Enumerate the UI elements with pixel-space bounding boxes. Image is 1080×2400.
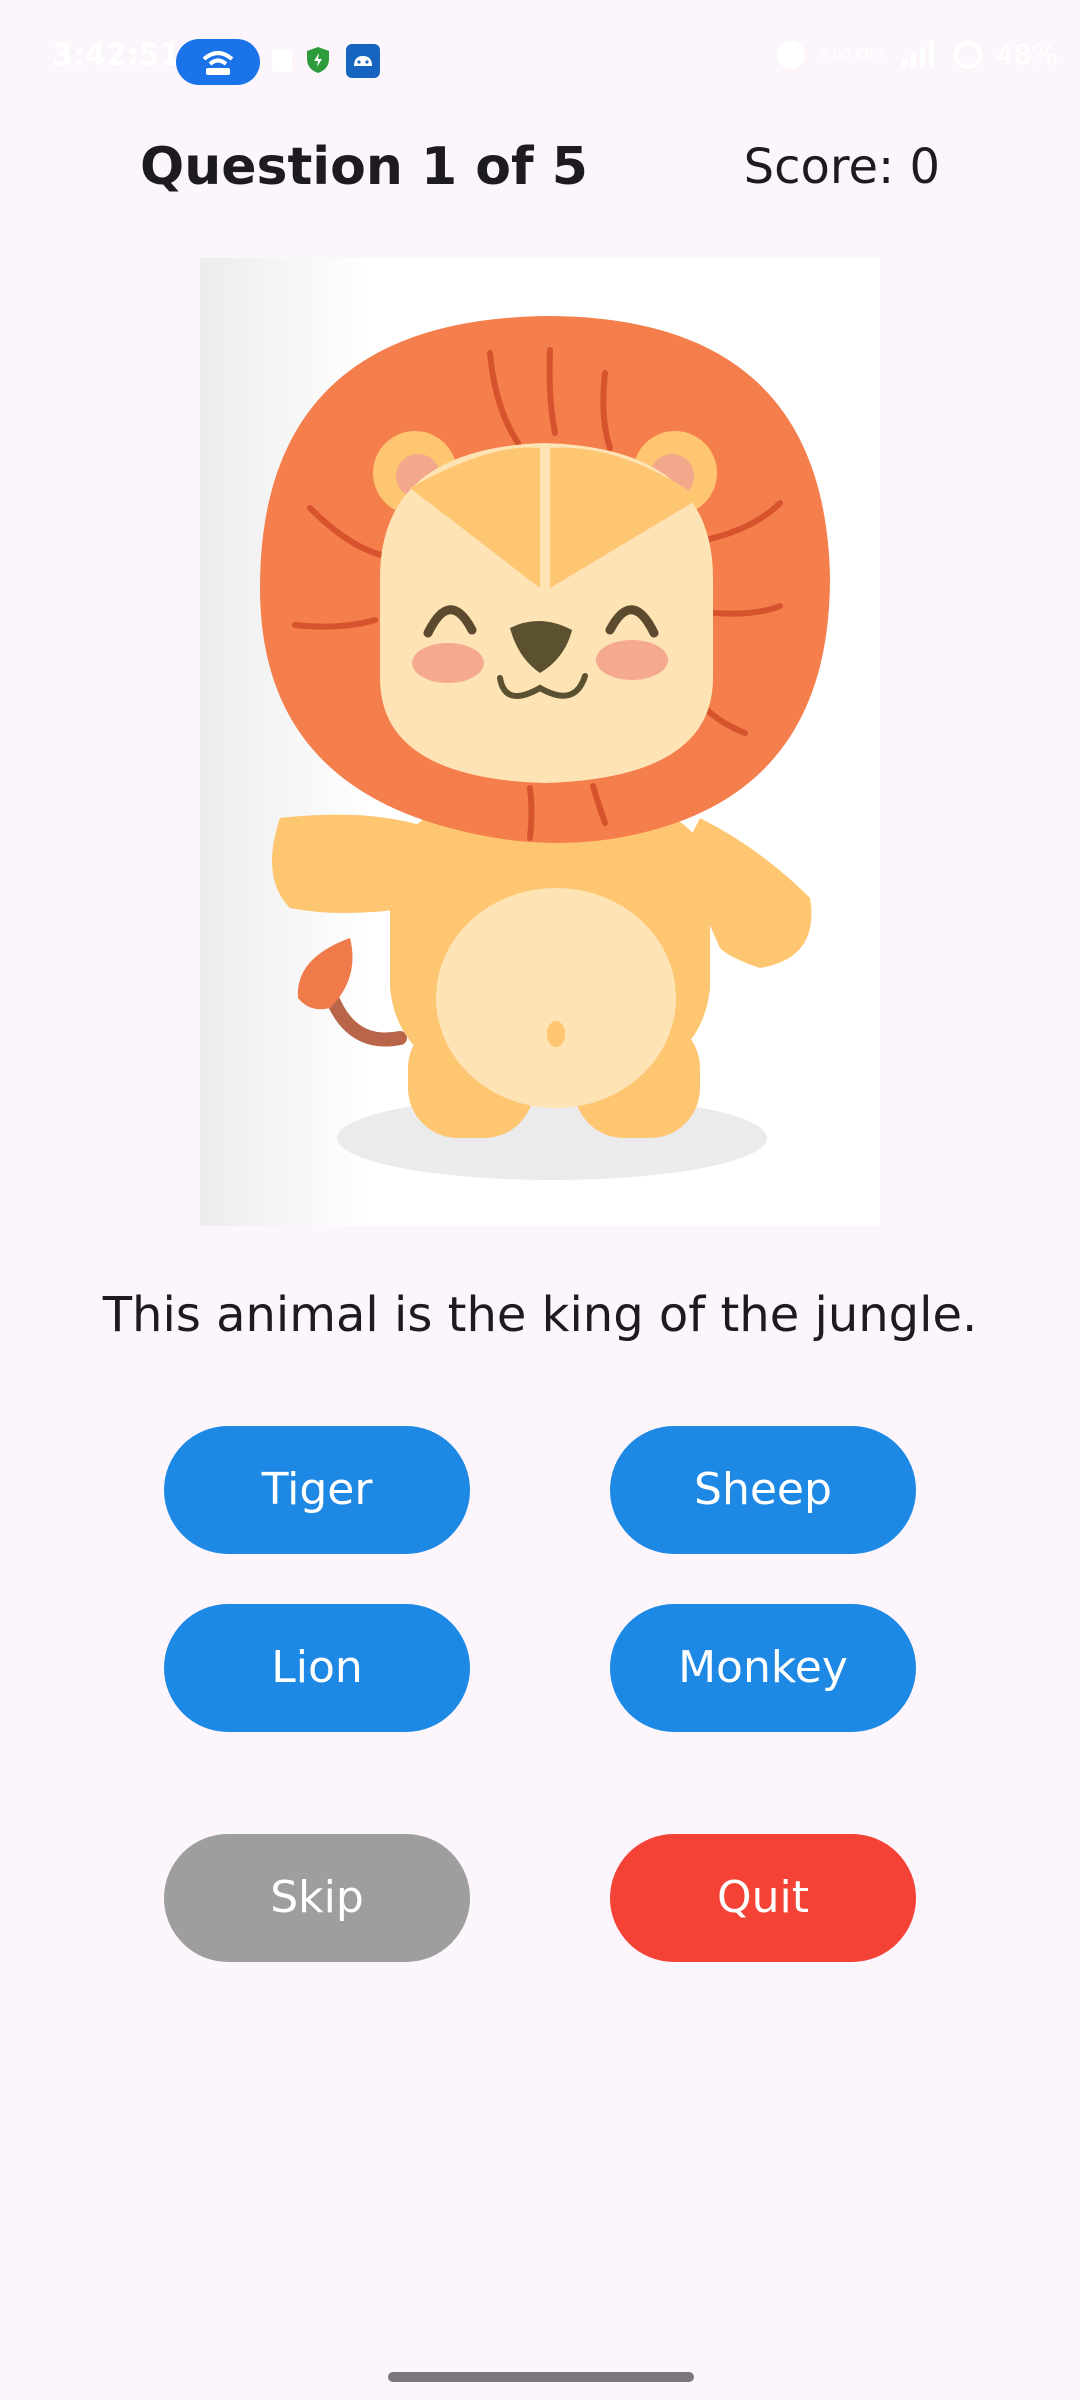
home-indicator[interactable] <box>388 2372 694 2382</box>
network-speed: 0.00 KB/s <box>819 46 886 63</box>
question-text: This animal is the king of the jungle. <box>102 1287 978 1343</box>
answer-button-tiger[interactable]: Tiger <box>164 1426 470 1554</box>
answer-button-lion[interactable]: Lion <box>164 1604 470 1732</box>
answer-button-sheep[interactable]: Sheep <box>610 1426 916 1554</box>
answer-button-monkey[interactable]: Monkey <box>610 1604 916 1732</box>
status-right: 0.00 KB/s 48% <box>777 38 1058 71</box>
status-time: 3:42:51 <box>52 38 181 73</box>
hotspot-indicator <box>176 39 260 85</box>
quit-button[interactable]: Quit <box>610 1834 916 1962</box>
android-icon <box>346 44 380 78</box>
notification-icon <box>272 50 292 72</box>
battery-level: 48% <box>995 38 1058 71</box>
signal-icon <box>901 40 934 67</box>
hotspot-icon <box>202 51 234 75</box>
circle-icon <box>777 40 806 69</box>
shield-icon <box>307 47 329 73</box>
question-counter: Question 1 of 5 <box>140 137 588 197</box>
status-bar: 3:42:51 0.00 KB/s 48% <box>0 0 1080 124</box>
skip-button[interactable]: Skip <box>164 1834 470 1962</box>
lion-image <box>200 258 880 1226</box>
lion-illustration-icon <box>200 258 880 1226</box>
battery-icon <box>953 40 982 69</box>
score-label: Score: 0 <box>743 139 940 195</box>
